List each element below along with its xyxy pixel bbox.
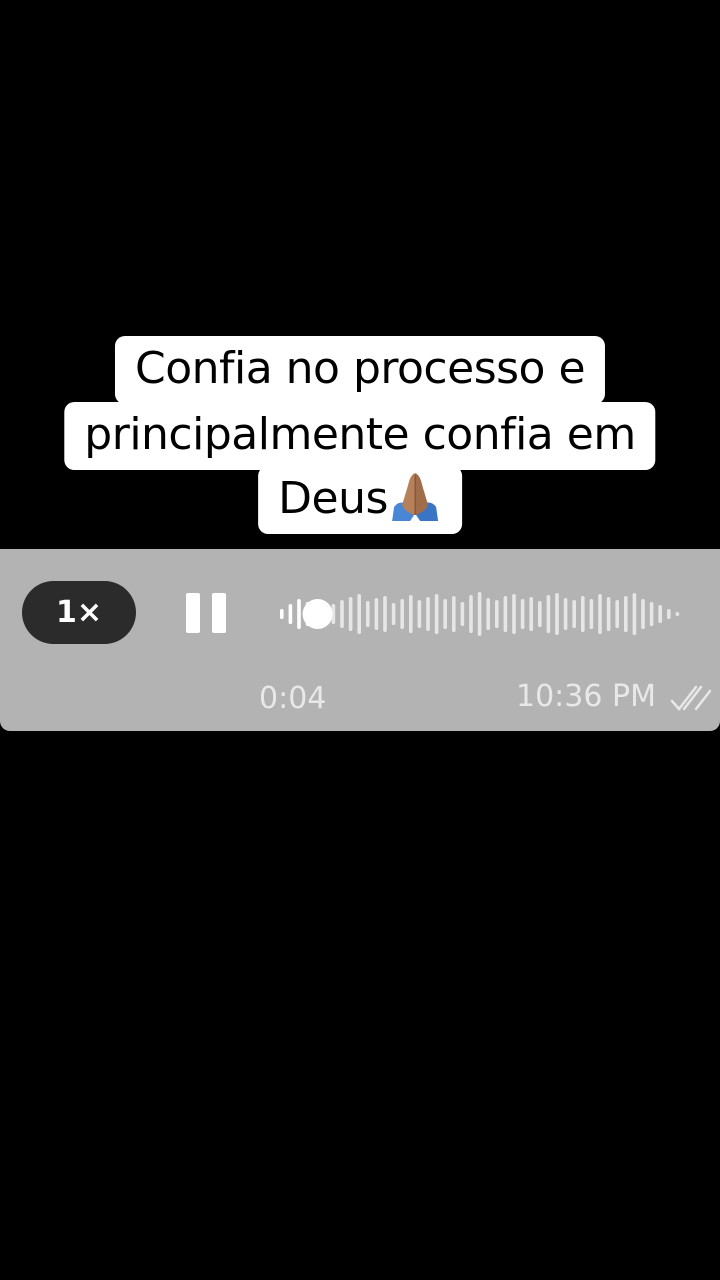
waveform-bar [520, 599, 525, 629]
caption-line-2: principalmente confia em [64, 402, 656, 470]
voice-message-bar: 1× 0:04 10:36 PM [0, 549, 720, 731]
waveform-bar [366, 601, 370, 627]
waveform-bar [460, 602, 465, 626]
waveform-bar [615, 600, 619, 628]
double-check-icon [670, 685, 712, 711]
waveform-bar [443, 599, 447, 629]
pause-button[interactable] [186, 593, 226, 633]
waveform-bar [649, 602, 654, 626]
waveform-bar [391, 603, 396, 625]
caption-line-3: Deus [258, 466, 462, 534]
waveform-bar [667, 609, 671, 619]
waveform-bar [288, 604, 293, 624]
waveform-bar [469, 595, 473, 633]
caption-line-1: Confia no processo e [114, 336, 606, 404]
pause-icon-bar-left [186, 593, 200, 633]
waveform-bar [280, 609, 284, 619]
waveform-bar [572, 600, 576, 628]
waveform-bar [675, 612, 680, 616]
waveform-bar [624, 596, 628, 632]
waveform-bar [546, 595, 551, 633]
elapsed-time: 0:04 [259, 681, 327, 716]
caption-line-3-text: Deus [278, 473, 388, 524]
waveform-bar [555, 593, 559, 635]
waveform-bar [641, 599, 645, 629]
waveform-bar [297, 599, 301, 629]
waveform-bar [581, 596, 585, 632]
pause-icon-bar-right [212, 593, 226, 633]
waveform-bar [348, 597, 353, 631]
playback-scrubber-knob[interactable] [302, 599, 333, 629]
waveform-bar [606, 597, 611, 631]
waveform-bar [374, 598, 379, 630]
audio-waveform[interactable] [276, 589, 696, 639]
waveform-bar [563, 598, 568, 630]
waveform-bar [434, 594, 439, 634]
waveform-bar [658, 605, 662, 623]
waveform-bar [512, 594, 516, 634]
waveform-bar [383, 596, 387, 632]
waveform-bar [529, 597, 533, 631]
waveform-bar [400, 599, 404, 629]
folded-hands-icon [391, 473, 438, 521]
waveform-bar [417, 600, 422, 628]
waveform-bar [477, 592, 482, 636]
waveform-bar [426, 597, 430, 631]
waveform-bar [598, 594, 602, 634]
waveform-bar [486, 598, 490, 630]
waveform-bar [538, 601, 542, 627]
waveform-bar [632, 593, 637, 635]
waveform-bar [340, 600, 344, 628]
waveform-bar [409, 595, 413, 633]
waveform-bar [357, 594, 361, 634]
waveform-bar [452, 596, 456, 632]
waveform-bar [589, 599, 594, 629]
waveform-bar [495, 600, 499, 628]
sent-time: 10:36 PM [516, 679, 656, 714]
playback-speed-button[interactable]: 1× [22, 581, 136, 644]
waveform-bar [503, 596, 508, 632]
